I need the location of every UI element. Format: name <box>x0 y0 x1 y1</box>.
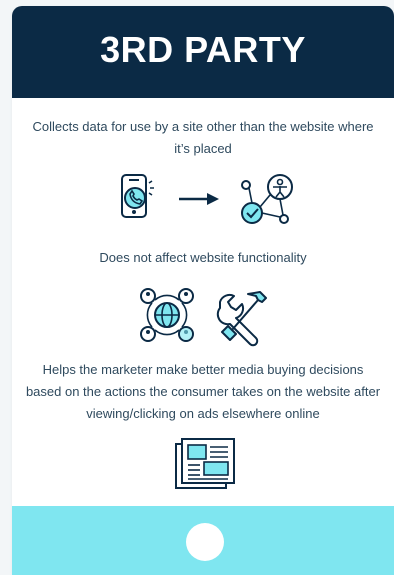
circle-button[interactable] <box>186 523 224 561</box>
card-title: 3RD PARTY <box>100 29 306 70</box>
section-text-1: Collects data for use by a site other th… <box>32 119 374 156</box>
section-text-2: Does not affect website functionality <box>99 250 307 265</box>
user-network-icon <box>241 174 293 224</box>
card-footer <box>12 506 394 575</box>
arrow-right-icon <box>179 193 219 205</box>
section-text-3: Helps the marketer make better media buy… <box>25 362 381 421</box>
tools-icon <box>216 291 267 347</box>
phone-call-icon <box>121 174 154 218</box>
info-card: 3RD PARTY Collects data for use by a sit… <box>12 6 394 575</box>
global-people-icon <box>140 288 194 342</box>
newspaper-icon <box>175 438 235 489</box>
card-header: 3RD PARTY <box>12 6 394 98</box>
